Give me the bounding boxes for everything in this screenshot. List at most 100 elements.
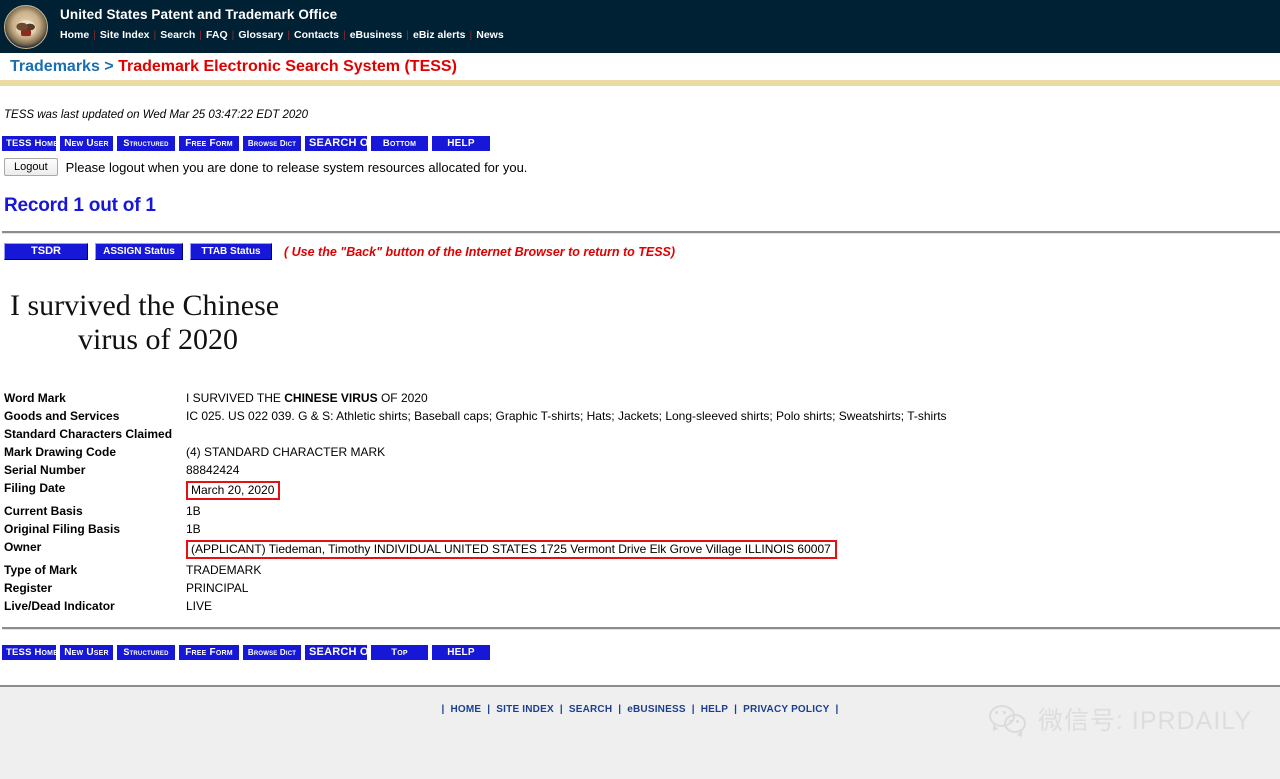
header-nav-link-faq[interactable]: FAQ: [202, 29, 232, 41]
uspto-seal-logo: [0, 0, 52, 53]
free-form-button[interactable]: Free Form: [179, 645, 239, 660]
tess-home-button[interactable]: TESS Home: [2, 645, 58, 660]
field-label: Goods and Services: [4, 409, 120, 423]
mark-image-line-1: I survived the Chinese: [10, 289, 280, 322]
new-user-button[interactable]: New User: [60, 136, 113, 151]
help-button[interactable]: HELP: [432, 645, 490, 660]
bottom-button[interactable]: Bottom: [371, 136, 428, 151]
footer-separator: |: [556, 704, 566, 715]
tess-home-button[interactable]: TESS Home: [2, 136, 58, 151]
table-row: Serial Number 88842424: [2, 461, 947, 479]
table-row: Word Mark I SURVIVED THE CHINESE VIRUS OF…: [2, 389, 947, 407]
footer-link-help[interactable]: HELP: [698, 704, 731, 715]
header-nav-link-ebiz-alerts[interactable]: eBiz alerts: [409, 29, 470, 41]
structured-button[interactable]: Structured: [117, 136, 175, 151]
field-label: Mark Drawing Code: [4, 445, 117, 459]
header-nav[interactable]: Home | Site Index | Search | FAQ | Glossary | Cont…: [60, 29, 508, 41]
footer-separator: |: [688, 704, 698, 715]
field-label: Word Mark: [4, 391, 66, 405]
table-row: Goods and Services IC 025. US 022 039. G …: [2, 407, 947, 425]
ttab-status-button[interactable]: TTAB Status: [190, 243, 272, 260]
browse-dict-button[interactable]: Browse Dict: [243, 136, 301, 151]
status-button-row: TSDR ASSIGN Status TTAB Status ( Use the…: [2, 234, 1280, 260]
header-text-block: United States Patent and Trademark Offic…: [52, 0, 508, 41]
breadcrumb-separator: >: [104, 58, 114, 75]
top-toolbar[interactable]: TESS Home New User Structured Free Form Brow…: [2, 121, 1280, 151]
table-row: Live/Dead Indicator LIVE: [2, 597, 947, 615]
uspto-seal-icon: [4, 4, 48, 49]
field-value: (4) STANDARD CHARACTER MARK: [186, 445, 386, 459]
field-value: I SURVIVED THE CHINESE VIRUS OF 2020: [186, 389, 947, 407]
field-value: (APPLICANT) Tiedeman, Timothy INDIVIDUAL…: [186, 538, 947, 561]
bottom-toolbar[interactable]: TESS Home New User Structured Free Form Brow…: [2, 630, 1280, 660]
table-row: Owner (APPLICANT) Tiedeman, Timothy INDIV…: [2, 538, 947, 561]
logout-button[interactable]: Logout: [4, 158, 58, 176]
header-nav-link-home[interactable]: Home: [60, 29, 93, 41]
field-value: IC 025. US 022 039. G & S: Athletic shir…: [186, 409, 947, 423]
table-row: Filing Date March 20, 2020: [2, 479, 947, 502]
footer-link-ebusiness[interactable]: eBUSINESS: [624, 704, 689, 715]
breadcrumb-link-trademarks[interactable]: Trademarks: [10, 58, 100, 75]
trademark-detail-table: Word Mark I SURVIVED THE CHINESE VIRUS OF…: [2, 389, 947, 615]
field-value: 1B: [186, 504, 201, 518]
field-value-emphasis: CHINESE VIRUS: [284, 391, 378, 405]
footer-separator: |: [731, 704, 741, 715]
new-user-button[interactable]: New User: [60, 645, 113, 660]
header-nav-link-site-index[interactable]: Site Index: [96, 29, 154, 41]
page-footer: | HOME | SITE INDEX | SEARCH | eBUSINESS…: [0, 685, 1280, 779]
table-row: Standard Characters Claimed: [2, 425, 947, 443]
field-label: Original Filing Basis: [4, 522, 121, 536]
search-og-button[interactable]: SEARCH OG: [305, 136, 377, 151]
table-row: Register PRINCIPAL: [2, 579, 947, 597]
search-og-button[interactable]: SEARCH OG: [305, 645, 377, 660]
field-label: Standard Characters Claimed: [4, 427, 173, 441]
field-value: LIVE: [186, 599, 213, 613]
mark-image-line-2: virus of 2020: [78, 322, 238, 356]
page-title: United States Patent and Trademark Offic…: [60, 7, 338, 22]
field-label: Owner: [4, 540, 42, 554]
field-label: Type of Mark: [4, 563, 78, 577]
highlight-box: (APPLICANT) Tiedeman, Timothy INDIVIDUAL…: [186, 540, 837, 559]
field-value: 88842424: [186, 463, 240, 477]
last-updated-text: TESS was last updated on Wed Mar 25 03:4…: [4, 109, 309, 121]
header-nav-link-news[interactable]: News: [472, 29, 507, 41]
footer-separator: |: [832, 704, 839, 715]
footer-link-site-index[interactable]: SITE INDEX: [493, 704, 557, 715]
field-label: Serial Number: [4, 463, 86, 477]
browse-dict-button[interactable]: Browse Dict: [243, 645, 301, 660]
field-label: Live/Dead Indicator: [4, 599, 115, 613]
table-row: Original Filing Basis 1B: [2, 520, 947, 538]
table-row: Current Basis 1B: [2, 502, 947, 520]
trademark-mark-image: I survived the Chinese virus of 2020: [2, 260, 1280, 355]
header-nav-link-glossary[interactable]: Glossary: [234, 29, 287, 41]
wechat-icon: [989, 705, 1029, 737]
structured-button[interactable]: Structured: [117, 645, 175, 660]
help-button[interactable]: HELP: [432, 136, 490, 151]
field-value-text: I SURVIVED THE CHINESE VIRUS OF 2020: [186, 391, 428, 405]
footer-link-search[interactable]: SEARCH: [566, 704, 615, 715]
header-nav-link-ebusiness[interactable]: eBusiness: [346, 29, 407, 41]
field-label: Filing Date: [4, 481, 66, 495]
footer-link-privacy-policy[interactable]: PRIVACY POLICY: [740, 704, 832, 715]
watermark-text: 微信号: IPRDAILY: [1038, 707, 1252, 735]
field-label: Register: [4, 581, 53, 595]
assign-status-button[interactable]: ASSIGN Status: [95, 243, 183, 260]
table-row: Type of Mark TRADEMARK: [2, 561, 947, 579]
free-form-button[interactable]: Free Form: [179, 136, 239, 151]
back-button-note: ( Use the "Back" button of the Internet …: [284, 244, 676, 259]
footer-separator: |: [484, 704, 494, 715]
highlight-box: March 20, 2020: [186, 481, 281, 500]
field-value: [186, 425, 947, 443]
header-nav-link-search[interactable]: Search: [156, 29, 199, 41]
field-label: Current Basis: [4, 504, 83, 518]
footer-link-home[interactable]: HOME: [448, 704, 485, 715]
field-value: PRINCIPAL: [186, 581, 249, 595]
top-button[interactable]: Top: [371, 645, 428, 660]
breadcrumb-current-tess: Trademark Electronic Search System (TESS…: [118, 58, 457, 75]
field-value: March 20, 2020: [186, 479, 947, 502]
header-nav-link-contacts[interactable]: Contacts: [290, 29, 343, 41]
logout-row: Logout Please logout when you are done t…: [2, 151, 1280, 176]
main-content: TESS was last updated on Wed Mar 25 03:4…: [0, 86, 1280, 660]
tsdr-button[interactable]: TSDR: [4, 243, 88, 260]
footer-separator: |: [441, 704, 448, 715]
